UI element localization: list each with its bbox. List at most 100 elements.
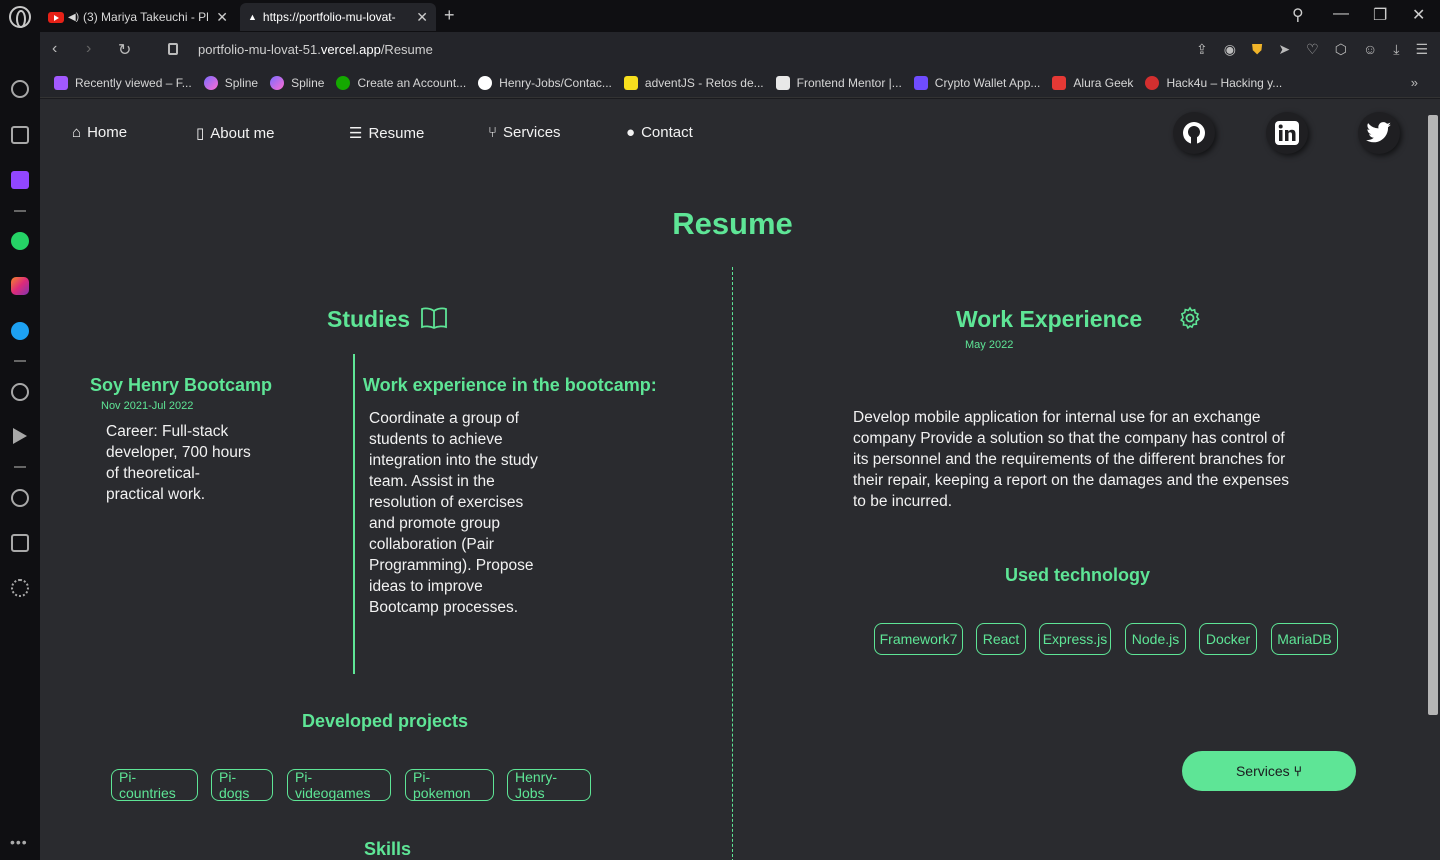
player-icon[interactable]: [11, 383, 29, 401]
github-link[interactable]: [1173, 112, 1215, 154]
bookmark-spline-2[interactable]: Spline: [270, 75, 324, 90]
nav-about[interactable]: ▯ About me: [196, 124, 275, 143]
bookmark-figma[interactable]: Recently viewed – F...: [54, 75, 192, 90]
more-icon[interactable]: •••: [10, 834, 28, 850]
text-line: Programming). Propose: [369, 557, 534, 574]
text-line: Bootcamp processes.: [369, 599, 519, 616]
text-line: and promote group: [369, 515, 500, 532]
js-icon: [623, 75, 638, 90]
close-tab-icon[interactable]: ✕: [216, 9, 228, 26]
tab-title: https://portfolio-mu-lovat-: [262, 10, 396, 24]
bookmark-alura-geek[interactable]: Alura Geek: [1052, 75, 1134, 90]
tech-chip[interactable]: MariaDB: [1271, 623, 1338, 655]
bookmark-upwork[interactable]: Create an Account...: [336, 75, 466, 90]
linkedin-link[interactable]: [1266, 112, 1308, 154]
projects-heading: Developed projects: [302, 711, 469, 731]
nav-services[interactable]: ⑂ Services: [488, 124, 561, 141]
cube-icon[interactable]: ⬡: [1335, 41, 1347, 58]
forward-icon[interactable]: ›: [86, 40, 91, 58]
settings-icon[interactable]: [11, 579, 29, 597]
text-line: ideas to improve: [369, 578, 483, 595]
url-path: /Resume: [380, 42, 433, 57]
speed-dial-icon[interactable]: [11, 80, 29, 98]
bookmark-frontend-mentor[interactable]: Frontend Mentor |...: [775, 75, 902, 90]
tech-chip[interactable]: Framework7: [874, 623, 963, 655]
reload-icon[interactable]: ↻: [118, 40, 131, 60]
tab-youtube[interactable]: ◀) (3) Mariya Takeuchi - Pl ✕: [40, 3, 236, 31]
bootcamp-experience-heading: Work experience in the bootcamp:: [363, 375, 657, 395]
bookmark-hack4u[interactable]: Hack4u – Hacking y...: [1145, 75, 1283, 90]
nav-resume-label: Resume: [368, 124, 425, 142]
tech-chip[interactable]: React: [976, 623, 1026, 655]
minimize-icon[interactable]: —: [1333, 5, 1349, 23]
text-line: team. Assist in the: [369, 473, 495, 490]
close-window-icon[interactable]: ✕: [1412, 5, 1425, 25]
bookmark-label: Hack4u – Hacking y...: [1166, 75, 1283, 90]
bookmark-spline-1[interactable]: Spline: [203, 75, 258, 90]
speaker-icon[interactable]: ◀): [68, 12, 79, 23]
menu-icon[interactable]: ☰: [1415, 41, 1428, 58]
project-chip[interactable]: Pi-videogames: [287, 769, 391, 801]
twitch-icon[interactable]: [11, 171, 29, 189]
project-chip[interactable]: Henry-Jobs: [507, 769, 591, 801]
search-tabs-icon[interactable]: ⚲: [1292, 5, 1304, 25]
linkedin-icon: [1275, 121, 1299, 145]
vercel-icon: ▲: [248, 12, 257, 22]
address-bar-actions: ⇪ ◉ ⛊ ➤ ♡ ⬡ ☺ ⤓ ☰: [1196, 41, 1428, 58]
study-dates: Nov 2021-Jul 2022: [101, 400, 194, 412]
tab-portfolio[interactable]: ▲ https://portfolio-mu-lovat- ✕: [240, 3, 436, 31]
bookmark-crypto-wallet[interactable]: Crypto Wallet App...: [913, 75, 1040, 90]
bookmark-label: Alura Geek: [1073, 75, 1134, 90]
text-line: company Provide a solution so that the c…: [853, 430, 1285, 447]
opera-logo-icon[interactable]: [9, 6, 31, 28]
extensions-cube-icon[interactable]: [11, 534, 29, 552]
restore-icon[interactable]: ❐: [1373, 5, 1387, 25]
profile-icon[interactable]: ☺: [1363, 41, 1377, 58]
bookmark-github[interactable]: Henry-Jobs/Contac...: [478, 75, 612, 90]
history-icon[interactable]: [11, 489, 29, 507]
nav-resume[interactable]: ☰ Resume: [349, 124, 425, 143]
twitter-link[interactable]: [1358, 112, 1400, 154]
twitter-icon: [1366, 122, 1391, 143]
tech-chip[interactable]: Node.js: [1125, 623, 1186, 655]
bookmark-adventjs[interactable]: adventJS - Retos de...: [623, 75, 764, 90]
whatsapp-icon[interactable]: [11, 232, 29, 250]
text-line: practical work.: [106, 486, 206, 503]
briefcase-icon[interactable]: [11, 126, 29, 144]
send-icon[interactable]: [13, 428, 27, 444]
send-icon[interactable]: ➤: [1278, 41, 1290, 58]
instagram-icon[interactable]: [11, 277, 29, 295]
url-field[interactable]: portfolio-mu-lovat-51.vercel.app/Resume: [198, 42, 433, 57]
nav-home[interactable]: ⌂ Home: [72, 124, 127, 141]
studies-heading: Studies: [327, 306, 411, 332]
tech-chip[interactable]: Express.js: [1039, 623, 1111, 655]
nav-about-label: About me: [210, 124, 275, 142]
project-chip[interactable]: Pi-countries: [111, 769, 198, 801]
page-scrollbar[interactable]: [1425, 99, 1440, 860]
branch-icon: ⑂: [488, 124, 498, 141]
share-icon[interactable]: ⇪: [1196, 41, 1208, 58]
text-line: developer, 700 hours: [106, 444, 251, 461]
project-chip[interactable]: Pi-pokemon: [405, 769, 494, 801]
heart-icon[interactable]: ♡: [1306, 41, 1319, 58]
bookmark-label: Recently viewed – F...: [75, 75, 192, 90]
scrollbar-thumb[interactable]: [1428, 115, 1438, 715]
back-icon[interactable]: ‹: [52, 40, 57, 58]
download-icon[interactable]: ⤓: [1393, 41, 1399, 58]
close-tab-icon[interactable]: ✕: [416, 9, 428, 26]
lock-icon[interactable]: [168, 43, 178, 55]
text-line: resolution of exercises: [369, 494, 524, 511]
nav-contact[interactable]: ● Contact: [626, 124, 693, 141]
twitter-icon[interactable]: [11, 322, 29, 340]
project-chip[interactable]: Pi-dogs: [211, 769, 273, 801]
snapshot-icon[interactable]: ◉: [1224, 41, 1236, 58]
gamepad-icon: [1052, 75, 1067, 90]
more-bookmarks-icon[interactable]: »: [1411, 75, 1418, 90]
new-tab-icon[interactable]: +: [444, 5, 455, 26]
services-button[interactable]: Services ⑂: [1182, 751, 1356, 791]
tech-chip[interactable]: Docker: [1199, 623, 1257, 655]
page-title: Resume: [672, 206, 793, 241]
vpn-shield-icon[interactable]: ⛊: [1252, 41, 1263, 58]
text-line: of theoretical-: [106, 465, 200, 482]
text-line: their repair, keeping a report on the da…: [853, 472, 1290, 489]
